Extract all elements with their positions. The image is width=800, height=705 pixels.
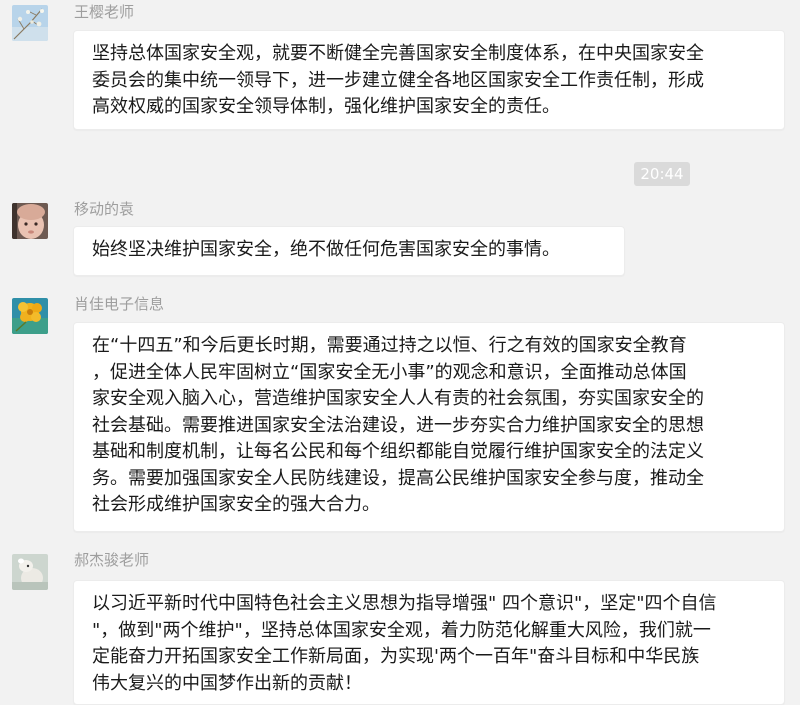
avatar[interactable] bbox=[12, 298, 48, 334]
avatar[interactable] bbox=[12, 5, 48, 41]
timestamp: 20:44 bbox=[634, 162, 690, 186]
message-bubble[interactable]: 始终坚决维护国家安全，绝不做任何危害国家安全的事情。 bbox=[73, 226, 625, 276]
sender-name: 肖佳电子信息 bbox=[74, 295, 165, 313]
sender-name: 郝杰骏老师 bbox=[74, 551, 150, 569]
avatar[interactable] bbox=[12, 203, 48, 239]
yellow-flower-icon bbox=[12, 298, 48, 334]
message-bubble[interactable]: 坚持总体国家安全观，就要不断健全完善国家安全制度体系，在中央国家安全 委员会的集… bbox=[73, 30, 785, 130]
plush-toy-icon bbox=[12, 554, 48, 590]
message-bubble[interactable]: 在“十四五”和今后更长时期，需要通过持之以恒、行之有效的国家安全教育 ，促进全体… bbox=[73, 322, 785, 532]
baby-photo-icon bbox=[12, 203, 48, 239]
sender-name: 移动的袁 bbox=[74, 200, 135, 218]
tree-branch-icon bbox=[12, 5, 48, 41]
message-bubble[interactable]: 以习近平新时代中国特色社会主义思想为指导增强" 四个意识"，坚定"四个自信 "，… bbox=[73, 580, 785, 705]
sender-name: 王樱老师 bbox=[74, 3, 135, 21]
avatar[interactable] bbox=[12, 554, 48, 590]
